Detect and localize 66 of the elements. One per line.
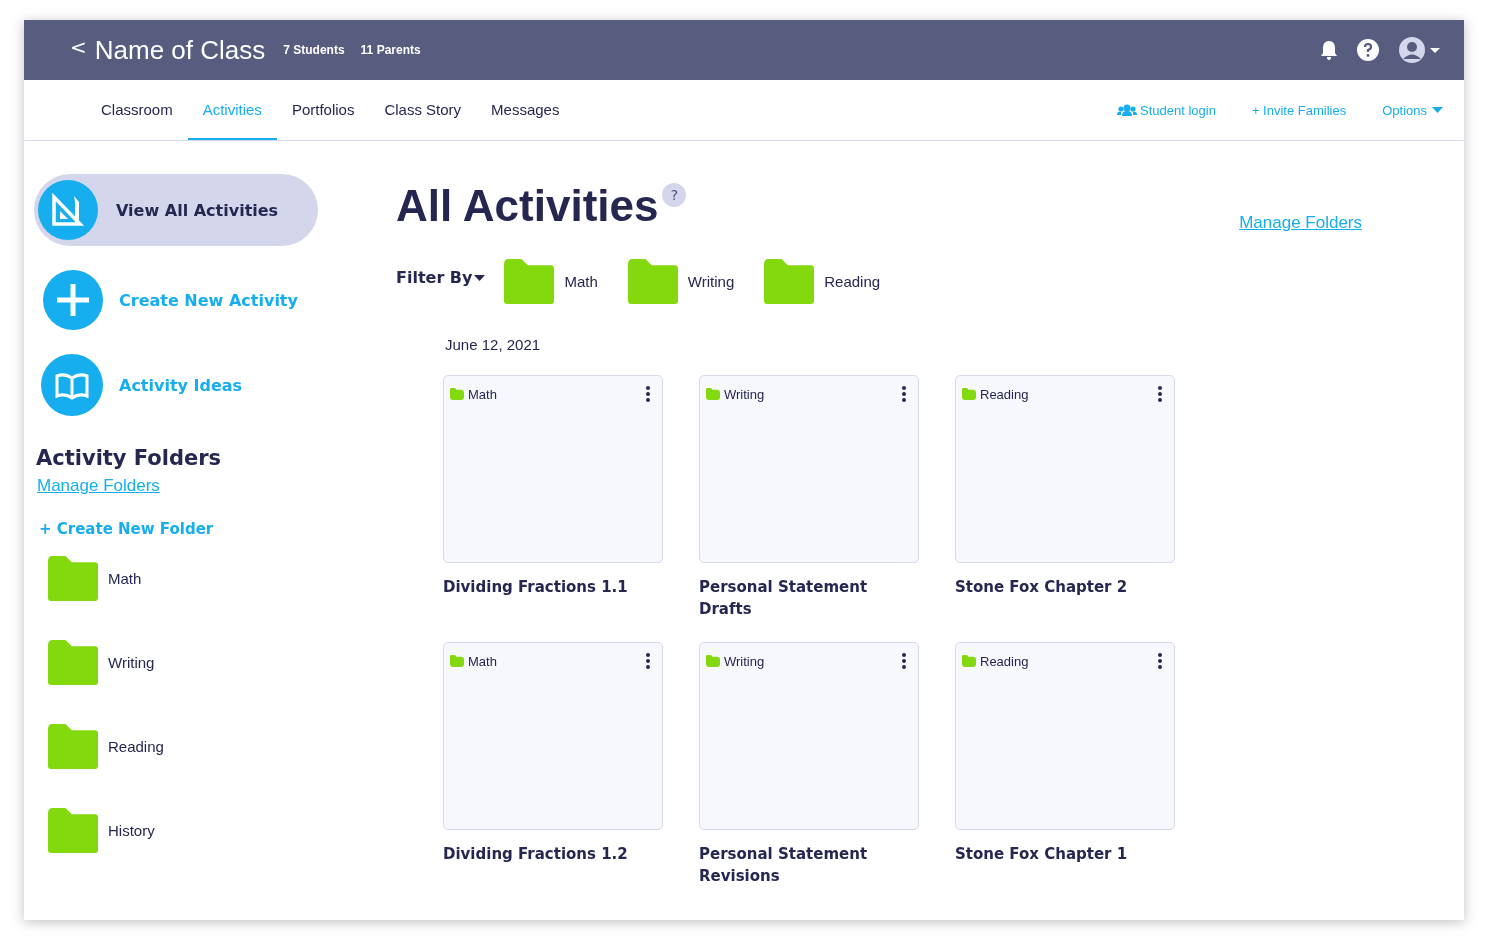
- nav-tab[interactable]: Classroom: [86, 80, 188, 140]
- nav-tab[interactable]: Class Story: [369, 80, 477, 140]
- help-icon: [1356, 38, 1380, 62]
- plus-icon: [43, 270, 103, 330]
- activity-title[interactable]: Personal Statement Drafts: [699, 576, 919, 620]
- more-icon: [902, 653, 906, 669]
- activity-title[interactable]: Dividing Fractions 1.1: [443, 576, 663, 620]
- folder-icon: [962, 655, 976, 667]
- back-button[interactable]: <: [70, 35, 87, 65]
- avatar-icon: [1398, 36, 1442, 64]
- folder-item[interactable]: Math: [48, 556, 142, 601]
- folder-filter[interactable]: Math: [504, 259, 598, 304]
- folder-icon: [962, 388, 976, 400]
- folder-item[interactable]: Reading: [48, 724, 164, 769]
- folder-icon: [48, 556, 98, 601]
- nav-tab[interactable]: Messages: [476, 80, 575, 140]
- folder-tag: Writing: [706, 653, 765, 669]
- folder-icon: [706, 388, 720, 400]
- folder-tag: Reading: [962, 386, 1029, 402]
- folder-icon: [48, 640, 98, 685]
- folder-icon: [450, 655, 464, 667]
- member-count: 11 Parents: [360, 43, 421, 57]
- activity-card[interactable]: Reading: [955, 375, 1175, 563]
- folder-item[interactable]: History: [48, 808, 155, 853]
- activity-card[interactable]: Writing: [699, 642, 919, 830]
- activity-title[interactable]: Stone Fox Chapter 1: [955, 843, 1175, 887]
- caret-icon: [474, 273, 487, 282]
- more-icon: [1158, 653, 1162, 669]
- more-icon: [1158, 386, 1162, 402]
- folder-filter[interactable]: Writing: [627, 259, 735, 304]
- activity-title[interactable]: Stone Fox Chapter 2: [955, 576, 1175, 620]
- folder-tag: Writing: [706, 386, 765, 402]
- member-count: 7 Students: [283, 43, 345, 57]
- filter-dropdown[interactable]: Filter By: [396, 268, 487, 287]
- class-title: Name of Class: [94, 34, 266, 66]
- folder-item[interactable]: Writing: [48, 640, 155, 685]
- folder-icon: [48, 808, 98, 853]
- folder-icon: [627, 259, 678, 304]
- more-icon: [646, 386, 650, 402]
- more-icon: [902, 386, 906, 402]
- folder-icon: [764, 259, 815, 304]
- folder-tag: Math: [450, 386, 497, 402]
- folder-icon: [48, 724, 98, 769]
- book-icon: [41, 354, 103, 416]
- section-heading: Activity Folders: [36, 446, 222, 470]
- folder-tag: Reading: [962, 653, 1029, 669]
- bell-icon: [1320, 40, 1338, 60]
- activity-card[interactable]: Math: [443, 375, 663, 563]
- folder-tag: Math: [450, 653, 497, 669]
- nav-tab[interactable]: Portfolios: [276, 80, 370, 140]
- folder-icon: [450, 388, 464, 400]
- folder-filter[interactable]: Reading: [764, 259, 881, 304]
- folder-icon: [504, 259, 555, 304]
- view-all-activities-button[interactable]: View All Activities: [34, 174, 318, 246]
- folder-icon: [706, 655, 720, 667]
- activity-title[interactable]: Dividing Fractions 1.2: [443, 843, 663, 887]
- activity-title[interactable]: Personal Statement Revisions: [699, 843, 919, 887]
- activity-card[interactable]: Writing: [699, 375, 919, 563]
- activity-card[interactable]: Reading: [955, 642, 1175, 830]
- date-label: June 12, 2021: [445, 336, 542, 353]
- group-icon: [1117, 104, 1137, 116]
- help-badge[interactable]: ?: [662, 183, 687, 207]
- activity-card[interactable]: Math: [443, 642, 663, 830]
- page-title: All Activities: [396, 181, 659, 231]
- caret-icon: [1432, 106, 1444, 114]
- more-icon: [646, 653, 650, 669]
